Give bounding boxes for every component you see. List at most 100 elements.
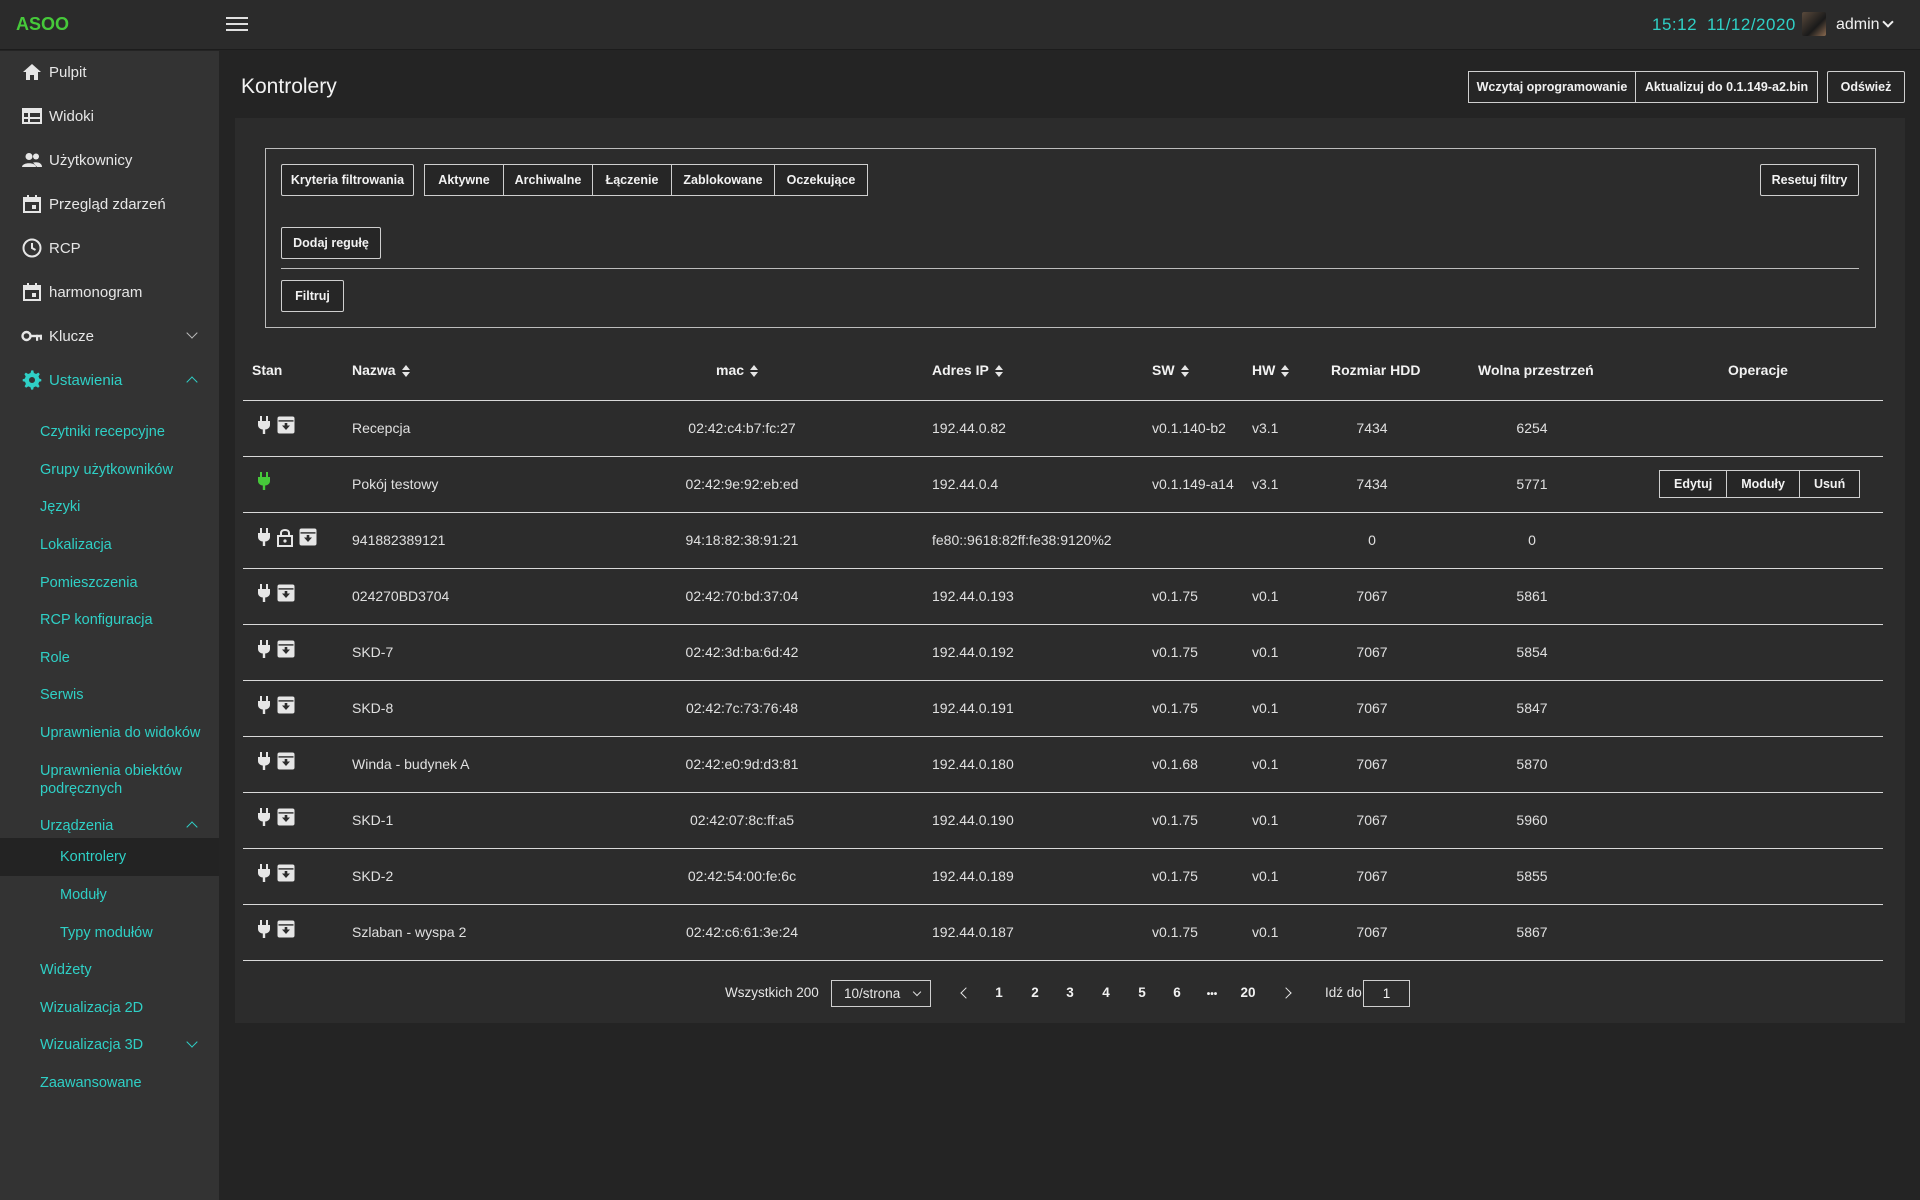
tab-zablokowane[interactable]: Zablokowane bbox=[671, 164, 775, 196]
sidebar-item-label: Moduły bbox=[60, 887, 107, 903]
user-menu[interactable]: admin bbox=[1836, 16, 1894, 34]
table-row[interactable]: SKD-2 02:42:54:00:fe:6c 192.44.0.189 v0.1.7… bbox=[243, 849, 1883, 904]
archive-icon bbox=[277, 696, 295, 717]
page-3[interactable]: 3 bbox=[1066, 985, 1074, 1000]
refresh-button[interactable]: Odśwież bbox=[1827, 71, 1905, 103]
tab-aktywne[interactable]: Aktywne bbox=[424, 164, 504, 196]
cell-mac: 02:42:9e:92:eb:ed bbox=[685, 476, 799, 492]
table-row[interactable]: Pokój testowy 02:42:9e:92:eb:ed 192.44.0.4… bbox=[243, 457, 1883, 512]
page-ellipsis[interactable]: ••• bbox=[1207, 989, 1218, 1000]
cell-ip: 192.44.0.180 bbox=[932, 756, 1014, 772]
sidebar-item-widzety[interactable]: Widżety bbox=[0, 952, 219, 990]
calendar-icon bbox=[21, 193, 43, 215]
chevron-down-icon bbox=[912, 987, 922, 997]
table-row[interactable]: SKD-7 02:42:3d:ba:6d:42 192.44.0.192 v0.1.7… bbox=[243, 625, 1883, 680]
cell-mac: 02:42:07:8c:ff:a5 bbox=[689, 812, 795, 828]
sidebar-item-uprawnienia-obiektow[interactable]: Uprawnienia obiektów podręcznych bbox=[0, 753, 219, 811]
sidebar-item-uzytkownicy[interactable]: Użytkownicy bbox=[0, 140, 219, 180]
sidebar-item-wizualizacja-2d[interactable]: Wizualizacja 2D bbox=[0, 990, 219, 1028]
table-row[interactable]: Recepcja 02:42:c4:b7:fc:27 192.44.0.82 v0.1… bbox=[243, 401, 1883, 456]
page-6[interactable]: 6 bbox=[1173, 985, 1181, 1000]
sidebar-item-rcp-konfiguracja[interactable]: RCP konfiguracja bbox=[0, 601, 219, 639]
sidebar-item-ustawienia[interactable]: Ustawienia bbox=[0, 360, 219, 400]
cell-name: 024270BD3704 bbox=[352, 588, 450, 604]
menu-toggle-icon[interactable] bbox=[226, 14, 248, 34]
pagination-total: Wszystkich 200 bbox=[725, 985, 819, 1000]
cell-ip: 192.44.0.187 bbox=[932, 924, 1014, 940]
column-header-mac[interactable]: mac bbox=[716, 362, 759, 378]
tab-laczenie[interactable]: Łączenie bbox=[592, 164, 672, 196]
sidebar-item-pomieszczenia[interactable]: Pomieszczenia bbox=[0, 563, 219, 601]
row-operations: Edytuj Moduły Usuń bbox=[1659, 470, 1861, 498]
page-1[interactable]: 1 bbox=[995, 985, 1003, 1000]
sidebar-item-jezyki[interactable]: Języki bbox=[0, 487, 219, 525]
modules-button[interactable]: Moduły bbox=[1726, 470, 1800, 498]
table-row[interactable]: Winda - budynek A 02:42:e0:9d:d3:81 192.44… bbox=[243, 737, 1883, 792]
cell-sw: v0.1.75 bbox=[1152, 644, 1198, 660]
add-rule-button[interactable]: Dodaj regułę bbox=[281, 227, 381, 259]
page-2[interactable]: 2 bbox=[1031, 985, 1039, 1000]
page-size-select[interactable]: 10/strona bbox=[831, 980, 931, 1007]
clock-date: 11/12/2020 bbox=[1707, 15, 1796, 34]
state-icons bbox=[257, 528, 317, 550]
goto-label: Idź do bbox=[1325, 985, 1362, 1000]
sidebar-item-zaawansowane[interactable]: Zaawansowane bbox=[0, 1066, 219, 1104]
column-header-nazwa[interactable]: Nazwa bbox=[352, 362, 410, 378]
delete-button[interactable]: Usuń bbox=[1798, 470, 1861, 498]
cell-name: SKD-2 bbox=[352, 868, 394, 884]
sidebar-item-moduly[interactable]: Moduły bbox=[0, 876, 219, 914]
cell-free: 5867 bbox=[1516, 924, 1548, 940]
sidebar-item-wizualizacja-3d[interactable]: Wizualizacja 3D bbox=[0, 1028, 219, 1066]
sidebar-item-harmonogram[interactable]: harmonogram bbox=[0, 272, 219, 312]
chevron-up-icon bbox=[186, 821, 198, 833]
avatar[interactable] bbox=[1802, 12, 1826, 36]
sidebar-item-czytniki-recepcyjne[interactable]: Czytniki recepcyjne bbox=[0, 411, 219, 449]
update-firmware-button[interactable]: Aktualizuj do 0.1.149-a2.bin bbox=[1635, 71, 1818, 103]
load-firmware-button[interactable]: Wczytaj oprogramowanie bbox=[1468, 71, 1636, 103]
sidebar-item-lokalizacja[interactable]: Lokalizacja bbox=[0, 525, 219, 563]
sidebar-item-pulpit[interactable]: Pulpit bbox=[0, 52, 219, 92]
table-row[interactable]: 941882389121 94:18:82:38:91:21 fe80::9618:… bbox=[243, 513, 1883, 568]
sidebar-item-grupy-uzytkownikow[interactable]: Grupy użytkowników bbox=[0, 449, 219, 487]
column-header-sw[interactable]: SW bbox=[1152, 362, 1189, 378]
table-row[interactable]: SKD-1 02:42:07:8c:ff:a5 192.44.0.190 v0.1.7… bbox=[243, 793, 1883, 848]
column-header-hw[interactable]: HW bbox=[1252, 362, 1290, 378]
column-header-ip[interactable]: Adres IP bbox=[932, 362, 1003, 378]
cell-name: Recepcja bbox=[352, 420, 411, 436]
sidebar-item-label: Pulpit bbox=[49, 63, 87, 81]
sidebar-item-kontrolery[interactable]: Kontrolery bbox=[0, 838, 219, 876]
sidebar-item-serwis[interactable]: Serwis bbox=[0, 677, 219, 715]
sidebar-item-klucze[interactable]: Klucze bbox=[0, 316, 219, 356]
sidebar-item-uprawnienia-do-widokow[interactable]: Uprawnienia do widoków bbox=[0, 715, 219, 753]
tab-archiwalne[interactable]: Archiwalne bbox=[503, 164, 593, 196]
table-row[interactable]: SKD-8 02:42:7c:73:76:48 192.44.0.191 v0.1.7… bbox=[243, 681, 1883, 736]
table-row[interactable]: 024270BD3704 02:42:70:bd:37:04 192.44.0.19… bbox=[243, 569, 1883, 624]
app-logo[interactable]: ASOO bbox=[16, 14, 69, 35]
goto-page-input[interactable] bbox=[1363, 980, 1410, 1007]
page-5[interactable]: 5 bbox=[1138, 985, 1146, 1000]
sidebar-item-label: Typy modułów bbox=[60, 925, 153, 941]
edit-button[interactable]: Edytuj bbox=[1659, 470, 1728, 498]
sidebar-item-typy-modulow[interactable]: Typy modułów bbox=[0, 914, 219, 952]
sidebar-item-przeglad-zdarzen[interactable]: Przegląd zdarzeń bbox=[0, 184, 219, 224]
sidebar-item-role[interactable]: Role bbox=[0, 639, 219, 677]
table-icon bbox=[21, 105, 43, 127]
sidebar-item-rcp[interactable]: RCP bbox=[0, 228, 219, 268]
filter-criteria-button[interactable]: Kryteria filtrowania bbox=[281, 164, 414, 196]
reset-filters-button[interactable]: Resetuj filtry bbox=[1760, 164, 1859, 196]
cell-name: SKD-8 bbox=[352, 700, 394, 716]
sidebar-item-widoki[interactable]: Widoki bbox=[0, 96, 219, 136]
state-icons bbox=[257, 920, 295, 941]
table-row[interactable]: Szlaban - wyspa 2 02:42:c6:61:3e:24 192.44… bbox=[243, 905, 1883, 960]
archive-icon bbox=[299, 528, 317, 550]
tab-oczekujace[interactable]: Oczekujące bbox=[774, 164, 868, 196]
state-icons bbox=[257, 416, 295, 437]
page-4[interactable]: 4 bbox=[1102, 985, 1110, 1000]
plug-icon bbox=[257, 584, 271, 605]
cell-ip: fe80::9618:82ff:fe38:9120%2 bbox=[932, 532, 1112, 548]
page-20[interactable]: 20 bbox=[1240, 985, 1255, 1000]
sidebar-item-label: harmonogram bbox=[49, 283, 143, 301]
cell-ip: 192.44.0.190 bbox=[932, 812, 1014, 828]
filter-apply-button[interactable]: Filtruj bbox=[281, 280, 344, 312]
sidebar-item-label: Kontrolery bbox=[60, 849, 127, 865]
